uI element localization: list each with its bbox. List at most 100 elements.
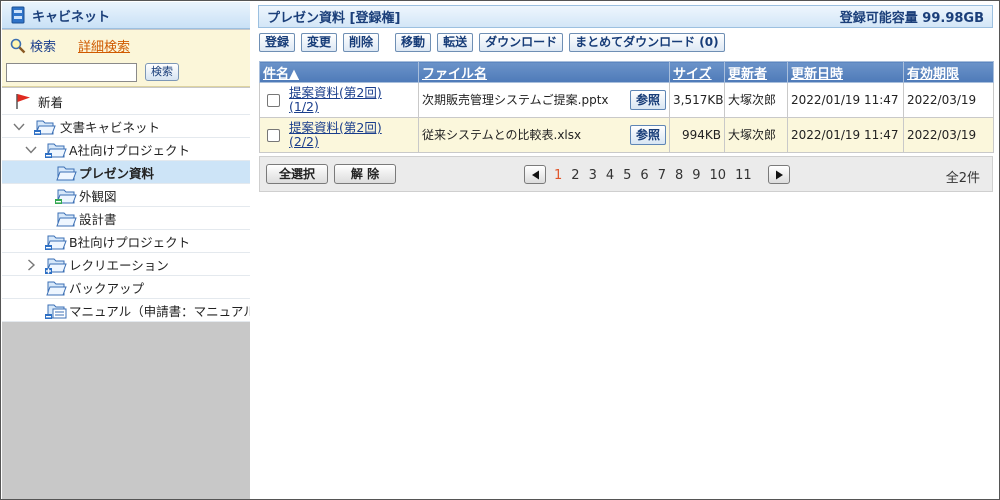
row-checkbox[interactable] <box>267 93 280 107</box>
document-link[interactable]: 提案資料(第2回) <box>289 86 382 100</box>
tree-item-label: レクリエーション <box>69 257 169 273</box>
tree-item-label: 外観図 <box>79 188 117 204</box>
table-row: 提案資料(第2回) (2/2) 従来システムとの比較表.xlsx 参照 994K… <box>259 117 994 153</box>
search-input[interactable] <box>6 63 137 82</box>
row-checkbox[interactable] <box>267 128 280 142</box>
bulk-download-button[interactable]: まとめてダウンロード (0) <box>569 33 725 52</box>
folder-open-icon <box>46 281 67 296</box>
search-link[interactable]: 検索 <box>30 36 56 55</box>
page-number-link[interactable]: 7 <box>658 168 666 183</box>
search-button[interactable]: 検索 <box>145 63 179 81</box>
page-title: プレゼン資料 [登録権] <box>267 11 401 26</box>
updater-name: 大塚次郎 <box>724 82 788 118</box>
tree-item-label: マニュアル（申請書：マニュアル登録 <box>69 303 250 319</box>
expiry-date: 2022/03/19 <box>903 117 994 153</box>
view-button[interactable]: 参照 <box>630 90 666 110</box>
tree-item-exterior[interactable]: 外観図 <box>2 184 250 207</box>
page-number-link[interactable]: 6 <box>640 168 648 183</box>
change-button[interactable]: 変更 <box>301 33 338 52</box>
page-number-link[interactable]: 8 <box>675 168 683 183</box>
folder-tree: 新着 文書キャビネット A社向けプロジェクト プレゼン資料 外観図 設計書 B社… <box>2 88 250 322</box>
tree-item-label: B社向けプロジェクト <box>69 234 191 250</box>
delete-button[interactable]: 削除 <box>343 33 380 52</box>
folder-open-icon <box>34 120 56 135</box>
cabinet-header: キャビネット <box>2 2 250 29</box>
move-button[interactable]: 移動 <box>395 33 432 52</box>
tree-item-document-cabinet[interactable]: 文書キャビネット <box>2 115 250 138</box>
folder-open-icon <box>45 143 67 158</box>
tree-item-recreation[interactable]: レクリエーション <box>2 253 250 276</box>
expiry-date: 2022/03/19 <box>903 82 994 118</box>
page-numbers: 1 2 3 4 5 6 7 8 9 10 11 <box>554 168 761 183</box>
file-size: 994KB <box>669 117 725 153</box>
document-link-part[interactable]: (1/2) <box>289 100 382 114</box>
magnifier-icon <box>10 38 26 53</box>
chevron-down-icon[interactable] <box>13 121 25 133</box>
document-link-part[interactable]: (2/2) <box>289 135 382 149</box>
triangle-right-icon <box>776 170 783 180</box>
app-window: キャビネット 検索 詳細検索 検索 新着 文書キャビネット A社向けプロジェクト… <box>0 0 1000 500</box>
tree-item-design[interactable]: 設計書 <box>2 207 250 230</box>
tree-item-label: 新着 <box>38 94 64 110</box>
total-count: 全2件 <box>945 171 980 186</box>
tree-item-presentation[interactable]: プレゼン資料 <box>2 161 250 184</box>
file-size: 3,517KB <box>669 82 725 118</box>
tree-item-label: A社向けプロジェクト <box>69 142 191 158</box>
tree-item-b-project[interactable]: B社向けプロジェクト <box>2 230 250 253</box>
page-number-link[interactable]: 1 <box>554 168 562 183</box>
file-name: 次期販売管理システムご提案.pptx <box>422 93 609 107</box>
view-button[interactable]: 参照 <box>630 125 666 145</box>
file-list-panel: プレゼン資料 [登録権] 登録可能容量 99.98GB 登録 変更 削除 移動 … <box>250 2 999 499</box>
clear-selection-button[interactable]: 解 除 <box>334 164 396 184</box>
folder-open-icon <box>56 166 77 181</box>
download-button[interactable]: ダウンロード <box>479 33 564 52</box>
document-link[interactable]: 提案資料(第2回) <box>289 121 382 135</box>
transfer-button[interactable]: 転送 <box>437 33 474 52</box>
page-number-link[interactable]: 2 <box>571 168 579 183</box>
column-header-updater[interactable]: 更新者 <box>724 61 788 83</box>
page-number-link[interactable]: 9 <box>692 168 700 183</box>
folder-open-icon <box>56 212 77 227</box>
next-page-button[interactable] <box>768 165 790 184</box>
table-row: 提案資料(第2回) (1/2) 次期販売管理システムご提案.pptx 参照 3,… <box>259 82 994 118</box>
tree-item-label: 文書キャビネット <box>60 119 161 135</box>
search-panel: 検索 詳細検索 検索 <box>2 30 250 87</box>
page-number-link[interactable]: 4 <box>606 168 614 183</box>
tree-item-new[interactable]: 新着 <box>2 88 250 115</box>
column-header-subject[interactable]: 件名▲ <box>259 61 419 83</box>
red-flag-icon <box>16 94 30 109</box>
advanced-search-link[interactable]: 詳細検索 <box>78 36 130 55</box>
column-header-expiry[interactable]: 有効期限 <box>903 61 994 83</box>
tree-item-a-project[interactable]: A社向けプロジェクト <box>2 138 250 161</box>
capacity-label: 登録可能容量 99.98GB <box>839 11 984 26</box>
chevron-down-icon[interactable] <box>25 144 37 156</box>
updated-datetime: 2022/01/19 11:47 <box>787 82 904 118</box>
toolbar: 登録 変更 削除 移動 転送 ダウンロード まとめてダウンロード (0) <box>259 33 731 52</box>
tree-item-label: プレゼン資料 <box>79 165 155 181</box>
tree-item-label: バックアップ <box>69 280 145 296</box>
folder-open-icon <box>55 189 77 204</box>
tree-item-manual[interactable]: マニュアル（申請書：マニュアル登録 <box>2 299 250 322</box>
updater-name: 大塚次郎 <box>724 117 788 153</box>
column-header-updated[interactable]: 更新日時 <box>787 61 904 83</box>
cabinet-sidebar: キャビネット 検索 詳細検索 検索 新着 文書キャビネット A社向けプロジェクト… <box>2 2 250 499</box>
page-number-link[interactable]: 10 <box>710 168 727 183</box>
select-all-button[interactable]: 全選択 <box>266 164 328 184</box>
column-header-size[interactable]: サイズ <box>669 61 725 83</box>
folder-request-icon <box>45 304 67 319</box>
column-header-filename[interactable]: ファイル名 <box>418 61 670 83</box>
page-number-link[interactable]: 3 <box>589 168 597 183</box>
prev-page-button[interactable] <box>524 165 546 184</box>
page-number-link[interactable]: 11 <box>735 168 752 183</box>
folder-title-bar: プレゼン資料 [登録権] 登録可能容量 99.98GB <box>258 5 993 28</box>
updated-datetime: 2022/01/19 11:47 <box>787 117 904 153</box>
chevron-right-icon[interactable] <box>25 259 37 271</box>
file-table: 件名▲ ファイル名 サイズ 更新者 更新日時 有効期限 提案資料(第2回) (1… <box>259 61 994 153</box>
file-name: 従来システムとの比較表.xlsx <box>422 128 582 142</box>
tree-item-backup[interactable]: バックアップ <box>2 276 250 299</box>
folder-open-icon <box>45 235 67 250</box>
register-button[interactable]: 登録 <box>259 33 296 52</box>
cabinet-title: キャビネット <box>32 9 111 25</box>
triangle-left-icon <box>532 170 539 180</box>
page-number-link[interactable]: 5 <box>623 168 631 183</box>
